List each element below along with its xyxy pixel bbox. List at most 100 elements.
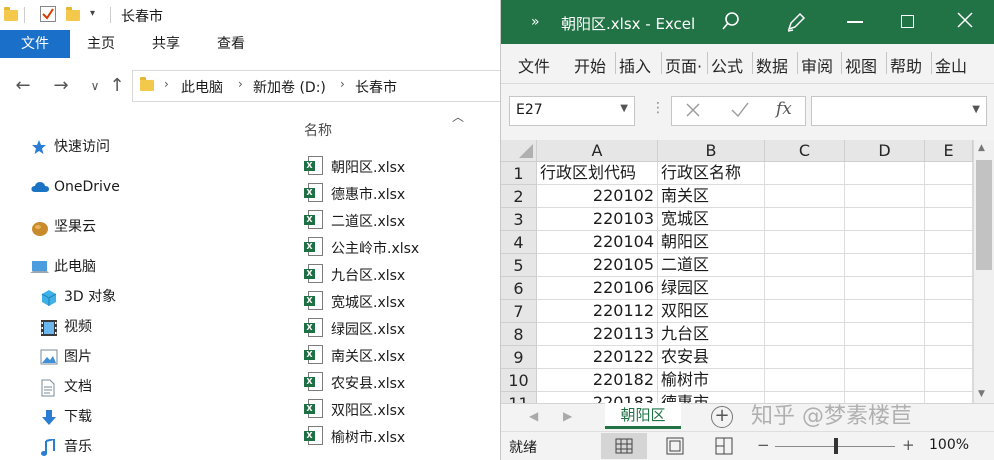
scroll-down-icon[interactable]: ▼ — [978, 389, 985, 399]
formula-input[interactable]: ▼ — [811, 96, 987, 126]
normal-view-icon[interactable] — [615, 437, 633, 459]
ribbon-tab-file[interactable]: 文件 — [0, 30, 70, 58]
grid-cell[interactable]: 二道区 — [658, 254, 765, 277]
grid-cell[interactable]: 220102 — [537, 185, 658, 208]
expand-formula-chevron-icon[interactable]: ▼ — [972, 104, 980, 115]
page-break-view-icon[interactable] — [715, 437, 733, 459]
row-header[interactable]: 10 — [501, 369, 537, 392]
grid-cell[interactable]: 220106 — [537, 277, 658, 300]
grid-cell[interactable]: 220104 — [537, 231, 658, 254]
column-header-a[interactable]: A — [537, 140, 658, 162]
grid-cell[interactable] — [765, 231, 845, 254]
row-header[interactable]: 4 — [501, 231, 537, 254]
grid-cell[interactable] — [845, 346, 925, 369]
grid-cell[interactable]: 农安县 — [658, 346, 765, 369]
grid-cell[interactable]: 220113 — [537, 323, 658, 346]
ribbon-tab-home[interactable]: 开始 — [574, 53, 606, 77]
zoom-level[interactable]: 100% — [929, 437, 969, 453]
zoom-slider-thumb[interactable] — [834, 438, 838, 454]
grid-cell[interactable]: 220183 — [537, 392, 658, 403]
page-layout-view-icon[interactable] — [666, 437, 684, 459]
zoom-out-icon[interactable]: − — [757, 436, 770, 454]
column-header-name[interactable]: 名称 — [304, 120, 332, 140]
row-header[interactable]: 6 — [501, 277, 537, 300]
add-sheet-icon[interactable]: + — [711, 406, 733, 428]
grid-cell[interactable]: 220182 — [537, 369, 658, 392]
grid-cell[interactable] — [925, 277, 973, 300]
grid-cell[interactable]: 220122 — [537, 346, 658, 369]
grid-cell[interactable] — [925, 254, 973, 277]
grid-cell[interactable] — [845, 254, 925, 277]
grid-cell[interactable] — [845, 231, 925, 254]
row-header[interactable]: 5 — [501, 254, 537, 277]
grid-cell[interactable] — [845, 162, 925, 185]
back-arrow-icon[interactable]: ← — [12, 75, 34, 97]
customize-toolbar-chevron-icon[interactable]: ▾ — [90, 8, 95, 19]
vertical-scrollbar-thumb[interactable] — [976, 160, 992, 270]
grid-cell[interactable] — [765, 346, 845, 369]
grid-cell[interactable] — [765, 300, 845, 323]
properties-check-icon[interactable] — [40, 6, 56, 22]
grid-cell[interactable] — [765, 162, 845, 185]
grid-cell[interactable]: 220105 — [537, 254, 658, 277]
row-header[interactable]: 8 — [501, 323, 537, 346]
grid-cell[interactable] — [765, 277, 845, 300]
minimize-icon[interactable] — [847, 21, 863, 23]
sheet-scroll-left-icon[interactable]: ◀ — [529, 409, 538, 423]
grid-cell[interactable]: 绿园区 — [658, 277, 765, 300]
ribbon-tab-data[interactable]: 数据 — [756, 53, 788, 77]
chevron-down-icon[interactable]: ▼ — [620, 103, 628, 114]
ribbon-tab-share[interactable]: 共享 — [152, 30, 180, 58]
enter-check-icon[interactable] — [730, 100, 750, 124]
zoom-in-icon[interactable]: + — [902, 436, 915, 454]
row-header[interactable]: 2 — [501, 185, 537, 208]
name-box[interactable]: E27 ▼ — [509, 96, 635, 126]
column-header-d[interactable]: D — [845, 140, 925, 162]
ribbon-tab-view[interactable]: 查看 — [217, 30, 245, 58]
maximize-icon[interactable] — [901, 15, 914, 28]
grid-cell[interactable] — [765, 323, 845, 346]
cancel-x-icon[interactable] — [684, 100, 702, 124]
ribbon-tab-formulas[interactable]: 公式 — [711, 53, 743, 77]
column-header-c[interactable]: C — [765, 140, 845, 162]
grid-cell[interactable]: 九台区 — [658, 323, 765, 346]
grid-cell[interactable] — [845, 185, 925, 208]
pen-icon[interactable] — [785, 11, 807, 37]
grid-cell[interactable] — [925, 323, 973, 346]
grid-cell[interactable]: 宽城区 — [658, 208, 765, 231]
ribbon-tab-page-layout[interactable]: 页面· — [665, 53, 702, 77]
grid-cell[interactable] — [845, 277, 925, 300]
grid-cell[interactable]: 220103 — [537, 208, 658, 231]
grid-cell[interactable] — [765, 369, 845, 392]
sheet-scroll-right-icon[interactable]: ▶ — [563, 409, 572, 423]
grid-cell[interactable] — [765, 254, 845, 277]
grid-cell[interactable]: 220112 — [537, 300, 658, 323]
grid-cell[interactable] — [925, 300, 973, 323]
select-all-corner[interactable] — [501, 140, 537, 162]
grid-cell[interactable]: 德惠市 — [658, 392, 765, 403]
up-arrow-icon[interactable]: ↑ — [106, 75, 128, 97]
grid-cell[interactable] — [925, 346, 973, 369]
row-header[interactable]: 9 — [501, 346, 537, 369]
forward-arrow-icon[interactable]: → — [50, 75, 72, 97]
grid-cell[interactable]: 行政区名称 — [658, 162, 765, 185]
sheet-tab-active[interactable]: 朝阳区 — [605, 403, 681, 429]
grid-cell[interactable] — [845, 323, 925, 346]
scroll-up-icon[interactable]: ▲ — [978, 143, 985, 153]
insert-function-icon[interactable]: fx — [776, 99, 792, 119]
breadcrumb-folder[interactable]: 长春市 — [355, 77, 397, 97]
ribbon-tab-help[interactable]: 帮助 — [890, 53, 922, 77]
new-folder-icon[interactable] — [66, 7, 80, 21]
column-header-b[interactable]: B — [658, 140, 765, 162]
grid-cell[interactable]: 朝阳区 — [658, 231, 765, 254]
worksheet-grid[interactable]: A B C D E 1 行政区划代码 行政区名称 2 220102 南关区 3 220103 宽城区 4 22… — [501, 140, 973, 403]
grid-cell[interactable]: 行政区划代码 — [537, 162, 658, 185]
grid-cell[interactable] — [845, 300, 925, 323]
grid-cell[interactable] — [845, 369, 925, 392]
grid-cell[interactable]: 南关区 — [658, 185, 765, 208]
ribbon-tab-review[interactable]: 审阅 — [801, 53, 833, 77]
ribbon-tab-insert[interactable]: 插入 — [619, 53, 651, 77]
ribbon-tab-view[interactable]: 视图 — [845, 53, 877, 77]
breadcrumb-drive[interactable]: 新加卷 (D:) — [253, 77, 326, 97]
grid-cell[interactable] — [765, 185, 845, 208]
